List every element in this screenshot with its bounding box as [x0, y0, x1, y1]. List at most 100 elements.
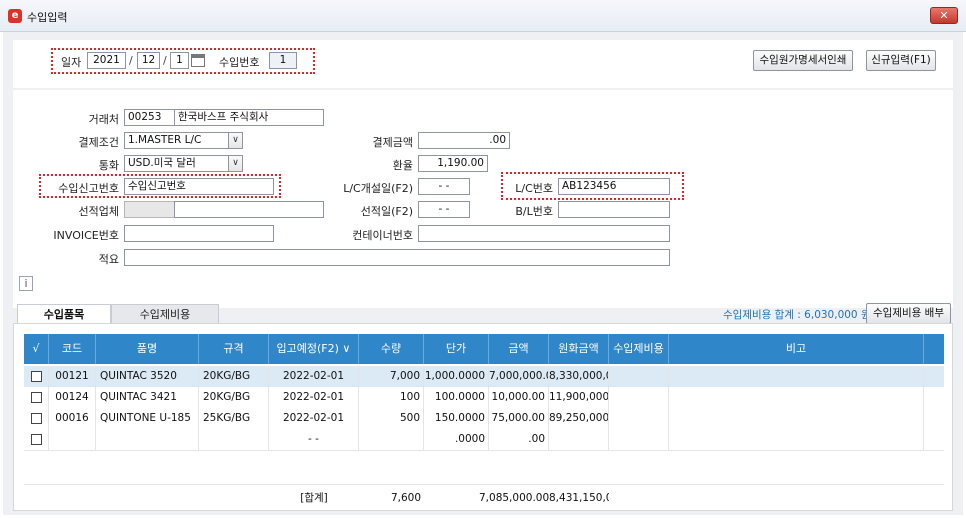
- col-krw-amount[interactable]: 원화금액: [549, 334, 609, 364]
- cell-code[interactable]: [49, 429, 96, 450]
- cell-spec[interactable]: [199, 429, 269, 450]
- cell-import-cost[interactable]: [609, 429, 669, 450]
- cell-qty[interactable]: 7,000: [359, 366, 424, 387]
- cell-amount[interactable]: 7,000,000.00: [489, 366, 549, 387]
- cell-spec[interactable]: 20KG/BG: [199, 387, 269, 408]
- declaration-no-label: 수입신고번호: [58, 182, 119, 195]
- declaration-no-input[interactable]: 수입신고번호: [124, 178, 274, 195]
- summary-label: [합계]: [300, 492, 328, 504]
- cell-import-cost[interactable]: [609, 366, 669, 387]
- cell-amount[interactable]: 10,000.00: [489, 387, 549, 408]
- date-day-input[interactable]: 1: [170, 52, 189, 69]
- row-checkbox[interactable]: [31, 392, 42, 403]
- summary-row: [합계] 7,600 7,085,000.00 8,431,150,000: [24, 486, 944, 510]
- col-code[interactable]: 코드: [49, 334, 96, 364]
- cell-note[interactable]: [669, 366, 924, 387]
- row-checkbox[interactable]: [31, 371, 42, 382]
- invoice-input[interactable]: [124, 225, 274, 242]
- col-unit-price[interactable]: 단가: [424, 334, 489, 364]
- row-checkbox-cell: [24, 408, 49, 429]
- tab-import-costs[interactable]: 수입제비용: [111, 304, 219, 325]
- row-checkbox-cell: [24, 366, 49, 387]
- items-grid: √ 코드 품명 규격 입고예정(F2) ∨ 수량 단가 금액 원화금액 수입제비…: [13, 323, 953, 511]
- cell-unit-price[interactable]: 1,000.0000: [424, 366, 489, 387]
- currency-select[interactable]: USD.미국 달러: [124, 155, 229, 172]
- col-name[interactable]: 품명: [96, 334, 199, 364]
- cell-code[interactable]: 00016: [49, 408, 96, 429]
- cell-krw-amount[interactable]: 11,900,000: [549, 387, 609, 408]
- chevron-down-icon[interactable]: ∨: [228, 155, 243, 172]
- date-year-input[interactable]: 2021: [87, 52, 126, 69]
- shipper-name-input[interactable]: [174, 201, 324, 218]
- cell-name[interactable]: QUINTAC 3520: [96, 366, 199, 387]
- cell-amount[interactable]: 75,000.00: [489, 408, 549, 429]
- cell-date[interactable]: - -: [269, 429, 359, 450]
- row-checkbox[interactable]: [31, 413, 42, 424]
- cell-name[interactable]: [96, 429, 199, 450]
- exchange-rate-input[interactable]: 1,190.00: [418, 155, 488, 172]
- payment-amount-input[interactable]: .00: [418, 132, 510, 149]
- bl-no-input[interactable]: [558, 201, 670, 218]
- cell-name[interactable]: QUINTONE U-185: [96, 408, 199, 429]
- row-checkbox[interactable]: [31, 434, 42, 445]
- print-cost-statement-button[interactable]: 수입원가명세서인쇄: [753, 50, 853, 71]
- allocate-costs-button[interactable]: 수입제비용 배부: [866, 303, 951, 324]
- ship-date-input[interactable]: - -: [418, 201, 470, 218]
- cell-qty[interactable]: 500: [359, 408, 424, 429]
- lc-no-input[interactable]: AB123456: [558, 178, 670, 195]
- table-row[interactable]: 00124 QUINTAC 3421 20KG/BG 2022-02-01 10…: [24, 387, 944, 408]
- cell-unit-price[interactable]: .0000: [424, 429, 489, 450]
- memo-label: 적요: [98, 253, 119, 266]
- cell-note[interactable]: [669, 429, 924, 450]
- cell-name[interactable]: QUINTAC 3421: [96, 387, 199, 408]
- cell-note[interactable]: [669, 387, 924, 408]
- cell-note[interactable]: [669, 408, 924, 429]
- cell-krw-amount[interactable]: 89,250,000: [549, 408, 609, 429]
- cell-krw-amount[interactable]: [549, 429, 609, 450]
- customer-name-input[interactable]: 한국바스프 주식회사: [174, 109, 324, 126]
- col-spacer: [924, 334, 944, 364]
- lc-open-date-input[interactable]: - -: [418, 178, 470, 195]
- payment-terms-select[interactable]: 1.MASTER L/C: [124, 132, 229, 149]
- date-month-input[interactable]: 12: [137, 52, 160, 69]
- cell-import-cost[interactable]: [609, 408, 669, 429]
- container-input[interactable]: [418, 225, 670, 242]
- shipper-code-input[interactable]: [124, 201, 176, 218]
- new-entry-button[interactable]: 신규입력(F1): [866, 50, 936, 71]
- cell-code[interactable]: 00124: [49, 387, 96, 408]
- cell-code[interactable]: 00121: [49, 366, 96, 387]
- cell-unit-price[interactable]: 150.0000: [424, 408, 489, 429]
- col-spec[interactable]: 규격: [199, 334, 269, 364]
- grid-header: √ 코드 품명 규격 입고예정(F2) ∨ 수량 단가 금액 원화금액 수입제비…: [24, 334, 944, 364]
- cell-unit-price[interactable]: 100.0000: [424, 387, 489, 408]
- col-import-cost[interactable]: 수입제비용: [609, 334, 669, 364]
- col-note[interactable]: 비고: [669, 334, 924, 364]
- cell-import-cost[interactable]: [609, 387, 669, 408]
- invoice-label: INVOICE번호: [53, 229, 119, 242]
- col-check[interactable]: √: [24, 334, 49, 364]
- cell-date[interactable]: 2022-02-01: [269, 366, 359, 387]
- date-separator: /: [129, 54, 133, 67]
- customer-code-input[interactable]: 00253: [124, 109, 176, 126]
- table-row[interactable]: 00016 QUINTONE U-185 25KG/BG 2022-02-01 …: [24, 408, 944, 429]
- close-button[interactable]: ✕: [930, 7, 958, 24]
- main-frame: 일자 2021 / 12 / 1 수입번호 1 수입원가명세서인쇄 신규입력(F…: [3, 32, 963, 515]
- cell-krw-amount[interactable]: 8,330,000,000: [549, 366, 609, 387]
- col-amount[interactable]: 금액: [489, 334, 549, 364]
- col-date[interactable]: 입고예정(F2) ∨: [269, 334, 359, 364]
- memo-input[interactable]: [124, 249, 670, 266]
- cell-amount[interactable]: .00: [489, 429, 549, 450]
- row-divider: [24, 484, 944, 485]
- cell-date[interactable]: 2022-02-01: [269, 387, 359, 408]
- cell-date[interactable]: 2022-02-01: [269, 408, 359, 429]
- cell-qty[interactable]: 100: [359, 387, 424, 408]
- info-icon[interactable]: i: [19, 276, 33, 291]
- chevron-down-icon[interactable]: ∨: [228, 132, 243, 149]
- col-qty[interactable]: 수량: [359, 334, 424, 364]
- cell-qty[interactable]: [359, 429, 424, 450]
- table-row[interactable]: - - .0000 .00: [24, 429, 944, 450]
- calendar-icon[interactable]: [191, 54, 205, 67]
- table-row[interactable]: 00121 QUINTAC 3520 20KG/BG 2022-02-01 7,…: [24, 366, 944, 387]
- cell-spec[interactable]: 20KG/BG: [199, 366, 269, 387]
- cell-spec[interactable]: 25KG/BG: [199, 408, 269, 429]
